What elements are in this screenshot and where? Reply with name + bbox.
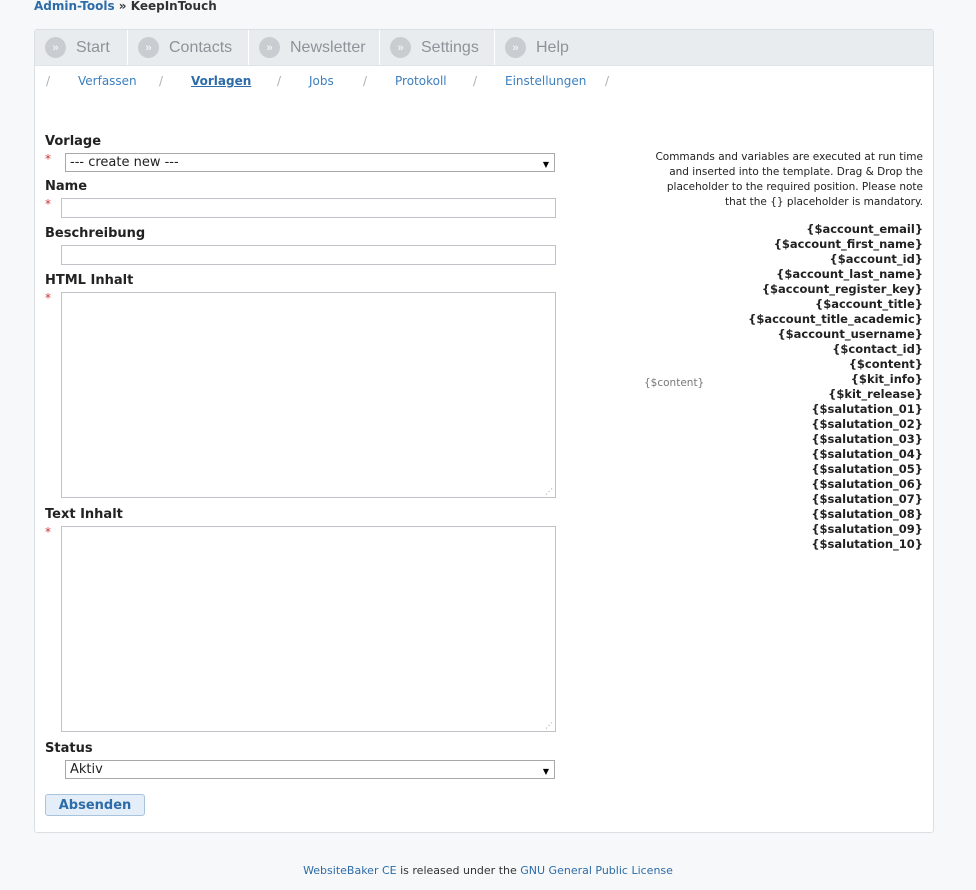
footer: WebsiteBaker CE is released under the GN… (0, 864, 976, 877)
chevron-right-icon: » (505, 37, 526, 58)
tab-help-label: Help (536, 38, 569, 56)
vorlage-select-value: --- create new --- (70, 155, 179, 170)
placeholder-list: {$account_email} {$account_first_name} {… (748, 222, 923, 552)
placeholder-item[interactable]: {$kit_info} (748, 372, 923, 387)
subnav-einstellungen[interactable]: Einstellungen (505, 74, 586, 88)
placeholder-item[interactable]: {$contact_id} (748, 342, 923, 357)
breadcrumb-current: KeepInTouch (130, 0, 217, 13)
help-line: and inserted into the template. Drag & D… (669, 166, 923, 178)
chevron-right-icon: » (45, 37, 66, 58)
status-select[interactable]: Aktiv ▼ (65, 760, 555, 779)
placeholder-item[interactable]: {$salutation_05} (748, 462, 923, 477)
placeholder-preview: {$content} (644, 377, 705, 389)
tab-start-label: Start (76, 38, 110, 56)
tab-start[interactable]: » Start (35, 30, 128, 65)
placeholder-item[interactable]: {$salutation_06} (748, 477, 923, 492)
tab-contacts-label: Contacts (169, 38, 233, 56)
placeholder-item[interactable]: {$content} (748, 357, 923, 372)
breadcrumb: Admin-Tools » KeepInTouch (34, 0, 217, 13)
placeholder-item[interactable]: {$kit_release} (748, 387, 923, 402)
status-label: Status (45, 741, 93, 756)
placeholder-item[interactable]: {$salutation_02} (748, 417, 923, 432)
tab-settings-label: Settings (421, 38, 479, 56)
chevron-right-icon: » (259, 37, 280, 58)
required-mark: * (45, 152, 51, 166)
required-mark: * (45, 197, 51, 211)
chevron-right-icon: » (138, 37, 159, 58)
beschreibung-input[interactable] (61, 245, 556, 265)
subnav-separator: / (277, 74, 282, 88)
tab-contacts[interactable]: » Contacts (128, 30, 249, 65)
dropdown-arrow-icon: ▼ (542, 767, 549, 776)
name-label: Name (45, 179, 88, 194)
placeholder-item[interactable]: {$account_last_name} (748, 267, 923, 282)
subnav-separator: / (605, 74, 610, 88)
placeholder-item[interactable]: {$account_username} (748, 327, 923, 342)
submit-button[interactable]: Absenden (45, 794, 145, 816)
html-inhalt-label: HTML Inhalt (45, 273, 134, 288)
gpl-link[interactable]: GNU General Public License (520, 864, 673, 877)
help-line: that the {} placeholder is mandatory. (724, 196, 923, 208)
placeholder-item[interactable]: {$salutation_03} (748, 432, 923, 447)
websitebaker-link[interactable]: WebsiteBaker CE (303, 864, 397, 877)
breadcrumb-admin-tools-link[interactable]: Admin-Tools (34, 0, 115, 13)
tab-newsletter[interactable]: » Newsletter (249, 30, 380, 65)
subnav-separator: / (159, 74, 164, 88)
placeholder-item[interactable]: {$account_id} (748, 252, 923, 267)
placeholder-item[interactable]: {$salutation_07} (748, 492, 923, 507)
subnav-separator: / (363, 74, 368, 88)
placeholder-item[interactable]: {$account_title} (748, 297, 923, 312)
placeholder-item[interactable]: {$salutation_10} (748, 537, 923, 552)
resize-grip-icon[interactable]: ⋰ (545, 487, 553, 496)
tab-newsletter-label: Newsletter (290, 38, 366, 56)
main-nav: » Start » Contacts » Newsletter » Settin… (35, 30, 933, 66)
placeholder-item[interactable]: {$account_register_key} (748, 282, 923, 297)
html-inhalt-textarea[interactable]: ⋰ (61, 292, 556, 498)
placeholder-item[interactable]: {$salutation_01} (748, 402, 923, 417)
placeholder-item[interactable]: {$account_email} (748, 222, 923, 237)
required-mark: * (45, 525, 51, 539)
text-inhalt-label: Text Inhalt (45, 507, 123, 522)
subnav-jobs[interactable]: Jobs (309, 74, 334, 88)
placeholder-help-text: Commands and variables are executed at r… (648, 150, 923, 210)
chevron-right-icon: » (390, 37, 411, 58)
subnav-vorlagen[interactable]: Vorlagen (191, 74, 251, 88)
required-mark: * (45, 291, 51, 305)
tab-settings[interactable]: » Settings (380, 30, 495, 65)
subnav-separator: / (46, 74, 51, 88)
help-line: Commands and variables are executed at r… (655, 151, 923, 163)
tab-help[interactable]: » Help (495, 30, 590, 65)
dropdown-arrow-icon: ▼ (542, 160, 549, 169)
name-input[interactable] (61, 198, 556, 218)
placeholder-item[interactable]: {$salutation_08} (748, 507, 923, 522)
subnav-separator: / (473, 74, 478, 88)
footer-text: is released under the (396, 864, 521, 877)
placeholder-item[interactable]: {$salutation_04} (748, 447, 923, 462)
placeholder-item[interactable]: {$account_title_academic} (748, 312, 923, 327)
text-inhalt-textarea[interactable]: ⋰ (61, 526, 556, 732)
resize-grip-icon[interactable]: ⋰ (545, 721, 553, 730)
status-select-value: Aktiv (70, 762, 103, 777)
help-line: placeholder to the required position. Pl… (666, 181, 923, 193)
beschreibung-label: Beschreibung (45, 226, 146, 241)
breadcrumb-separator: » (118, 0, 127, 13)
subnav-verfassen[interactable]: Verfassen (78, 74, 137, 88)
placeholder-item[interactable]: {$salutation_09} (748, 522, 923, 537)
vorlage-label: Vorlage (45, 134, 102, 149)
subnav-protokoll[interactable]: Protokoll (395, 74, 447, 88)
vorlage-select[interactable]: --- create new --- ▼ (65, 153, 555, 172)
placeholder-item[interactable]: {$account_first_name} (748, 237, 923, 252)
